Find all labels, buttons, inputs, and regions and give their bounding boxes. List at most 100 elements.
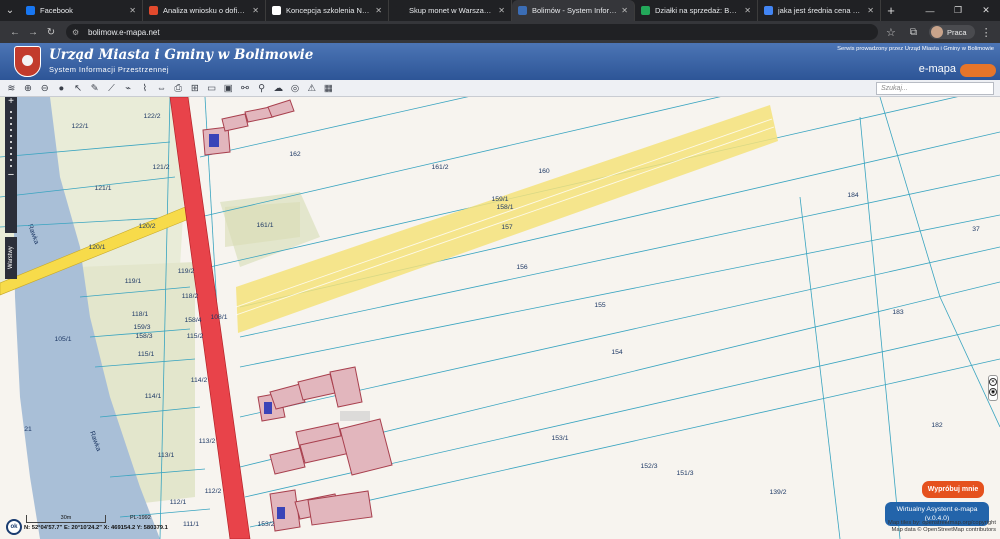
- page-title: Urząd Miasta i Gminy w Bolimowie: [49, 47, 314, 63]
- browser-tab[interactable]: Facebook ✕: [20, 0, 143, 21]
- right-side-controls[interactable]: ✕ ◉: [988, 375, 998, 401]
- bookmark-star-icon[interactable]: ☆: [886, 26, 896, 39]
- window-controls: — ❐ ✕: [916, 0, 1000, 21]
- parcel-label: 158/4: [184, 317, 201, 324]
- tab-close-icon[interactable]: ✕: [252, 6, 259, 15]
- profile-button[interactable]: Praca: [929, 25, 975, 39]
- select-pointer-icon[interactable]: ↖: [70, 81, 87, 95]
- parcel-label: 111/1: [183, 521, 199, 528]
- try-me-button[interactable]: Wypróbuj mnie: [922, 481, 984, 498]
- parcel-label: 154: [611, 349, 623, 356]
- parcel-label: 151/3: [676, 470, 693, 477]
- tab-favicon-icon: [641, 6, 650, 15]
- highlighted-parcel[interactable]: [236, 105, 778, 333]
- close-circle-icon[interactable]: ✕: [989, 378, 997, 386]
- zoom-in-button[interactable]: +: [5, 97, 17, 107]
- color-grid-icon[interactable]: ▦: [320, 81, 337, 95]
- parcel-label: 160: [538, 168, 550, 175]
- parcel-label: 114/2: [191, 377, 208, 384]
- close-icon[interactable]: ✕: [972, 0, 1000, 21]
- pencil-icon[interactable]: ✎: [86, 81, 103, 95]
- upload-cloud-icon[interactable]: ☁: [270, 81, 287, 95]
- vehicle-icon[interactable]: ▣: [220, 81, 237, 95]
- parcel-label: 162: [289, 151, 301, 158]
- full-extent-icon[interactable]: ●: [53, 81, 70, 95]
- distance-icon[interactable]: ⇔: [153, 81, 170, 95]
- browser-tab[interactable]: Skup monet w Warszawie | Nie✕: [389, 0, 512, 21]
- browser-tab[interactable]: Analiza wniosku o dofinansowa ✕: [143, 0, 266, 21]
- emapa-brand[interactable]: e-mapa: [919, 63, 956, 75]
- forward-icon[interactable]: →: [24, 27, 42, 38]
- parcel-label: 112/2: [205, 488, 222, 495]
- parcel-label: 115/1: [138, 351, 155, 358]
- site-info-icon[interactable]: ⚙: [72, 28, 82, 37]
- zoom-out-icon[interactable]: ⊖: [36, 81, 53, 95]
- parcel-label: 122/2: [143, 113, 160, 120]
- coordinate-readout: N: 52°04'57.7" E: 20°10'24.2" X: 469154.…: [24, 525, 168, 531]
- parcel-label: 112/1: [170, 499, 187, 506]
- back-icon[interactable]: ←: [6, 27, 24, 38]
- parcel-label: 121/2: [152, 164, 169, 171]
- parcel-label: 105/1: [54, 336, 71, 343]
- layers-panel-tab[interactable]: Warstwy: [5, 237, 17, 279]
- building-marker: [264, 402, 272, 414]
- zoom-out-button[interactable]: −: [5, 170, 17, 181]
- shop-icon[interactable]: ▭: [203, 81, 220, 95]
- layers-icon[interactable]: ≋: [3, 81, 20, 95]
- extensions-icon[interactable]: ⧉: [910, 27, 917, 38]
- parcel-label: 159/3: [133, 324, 150, 331]
- ok-button[interactable]: ok: [6, 519, 22, 535]
- parcel-label: 183: [892, 309, 904, 316]
- parcel-label: 184: [847, 192, 859, 199]
- buffer-icon[interactable]: ⌇: [137, 81, 154, 95]
- tab-title: Facebook: [40, 6, 73, 15]
- new-tab-button[interactable]: +: [881, 3, 901, 18]
- tab-close-icon[interactable]: ✕: [129, 6, 136, 15]
- marker-icon[interactable]: ⚲: [253, 81, 270, 95]
- parcel-info-icon[interactable]: ⊞: [187, 81, 204, 95]
- map-canvas[interactable]: Rawka Rawka 122/1 122/2 162 161/2 160 18…: [0, 97, 1000, 539]
- tab-close-icon[interactable]: ✕: [867, 6, 874, 15]
- tab-title: Skup monet w Warszawie | Nie: [409, 6, 495, 15]
- map-mode-icon[interactable]: ◉: [989, 388, 997, 396]
- parcel-label: 121/1: [94, 185, 111, 192]
- maximize-icon[interactable]: ❐: [944, 0, 972, 21]
- parcel-label: 152/3: [640, 463, 657, 470]
- browser-tab[interactable]: Działki na sprzedaż: Bolimów, : ✕: [635, 0, 758, 21]
- print-icon[interactable]: ⎙: [170, 81, 187, 95]
- parcel-label: 139/2: [769, 489, 786, 496]
- zoom-in-icon[interactable]: ⊕: [20, 81, 37, 95]
- target-icon[interactable]: ◎: [287, 81, 304, 95]
- browser-tab[interactable]: Koncepcja szkolenia NGO ✕: [266, 0, 389, 21]
- tab-close-icon[interactable]: ✕: [744, 6, 751, 15]
- warning-icon[interactable]: ⚠: [303, 81, 320, 95]
- tab-title: jaka jest średnia cena metra dz: [778, 6, 864, 15]
- tab-close-icon[interactable]: ✕: [498, 6, 505, 15]
- tab-close-icon[interactable]: ✕: [375, 6, 382, 15]
- tab-close-icon[interactable]: ✕: [621, 6, 628, 15]
- reload-icon[interactable]: ↻: [42, 27, 60, 38]
- measure-area-icon[interactable]: ⌁: [120, 81, 137, 95]
- map-toolbar: ≋ ⊕ ⊖ ● ↖ ✎ ⟋ ⌁ ⌇ ⇔ ⎙ ⊞ ▭ ▣ ⚯ ⚲ ☁ ◎ ⚠ ▦ …: [0, 80, 1000, 97]
- link-icon[interactable]: ⚯: [237, 81, 254, 95]
- tab-favicon-icon: [149, 6, 158, 15]
- browser-tab[interactable]: jaka jest średnia cena metra dz✕: [758, 0, 881, 21]
- measure-line-icon[interactable]: ⟋: [103, 81, 120, 95]
- map-svg[interactable]: Rawka Rawka 122/1122/2162161/2160184121/…: [0, 97, 1000, 539]
- tab-title: Bolimów - System Informacji P: [532, 6, 617, 15]
- browser-tab[interactable]: Bolimów - System Informacji P ✕: [512, 0, 635, 21]
- address-bar[interactable]: ⚙ bolimow.e-mapa.net: [66, 24, 878, 40]
- assistant-label: Wirtualny Asystent e-mapa: [896, 506, 978, 513]
- parcel-label: 119/1: [125, 278, 142, 285]
- minimize-icon[interactable]: —: [916, 0, 944, 21]
- avatar: [931, 26, 944, 38]
- tab-search-icon[interactable]: ⌄: [0, 0, 20, 21]
- parcel-label: 159/1: [491, 196, 508, 203]
- parcel-label: 161/1: [256, 222, 273, 229]
- tab-favicon-icon: [518, 6, 527, 15]
- tab-favicon-icon: [26, 6, 35, 15]
- search-input[interactable]: Szukaj...: [876, 82, 994, 95]
- menu-icon[interactable]: ⋮: [981, 26, 992, 39]
- zoom-slider[interactable]: + −: [5, 97, 17, 233]
- parcel-label: 118/2: [182, 293, 199, 300]
